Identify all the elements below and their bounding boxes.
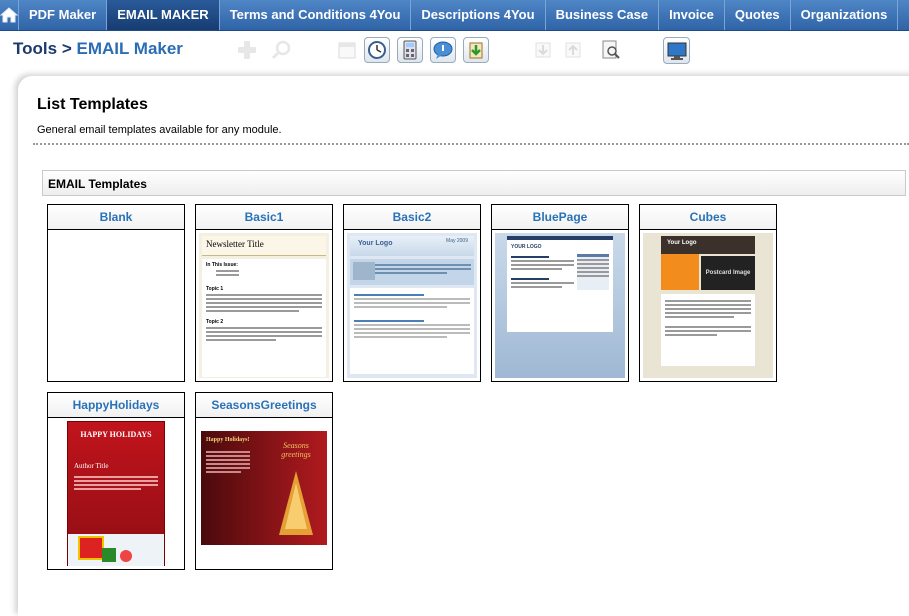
home-icon	[0, 7, 18, 23]
template-card-blank[interactable]: Blank	[47, 204, 185, 382]
template-thumbnail: HAPPY HOLIDAYS Author Title	[51, 421, 181, 566]
breadcrumb-current: EMAIL Maker	[76, 39, 183, 58]
template-card-happyholidays[interactable]: HappyHolidays HAPPY HOLIDAYS Author Titl…	[47, 392, 185, 570]
christmas-tree-icon	[279, 471, 313, 535]
top-navigation: PDF Maker EMAIL MAKER Terms and Conditio…	[0, 0, 909, 31]
preview-logo: Your Logo	[358, 240, 393, 247]
import-disabled-button[interactable]	[530, 37, 556, 63]
calculator-icon	[403, 40, 417, 60]
preview-date: May 2009	[446, 238, 468, 244]
template-name[interactable]: Blank	[48, 205, 184, 230]
template-thumbnail: Your Logo May 2009	[347, 233, 477, 378]
template-name[interactable]: HappyHolidays	[48, 393, 184, 418]
magnifier-icon	[271, 40, 291, 60]
nav-tab-pdf-maker[interactable]: PDF Maker	[19, 0, 108, 30]
monitor-button[interactable]	[663, 37, 690, 64]
template-name[interactable]: Basic1	[196, 205, 332, 230]
clock-icon	[368, 41, 386, 59]
preview-logo: Your Logo	[667, 240, 697, 246]
preview-image-label: Postcard Image	[701, 256, 755, 290]
search-button[interactable]	[268, 37, 294, 63]
document-search-icon	[602, 40, 620, 59]
monitor-icon	[667, 42, 686, 60]
template-thumbnail: Happy Holidays! Seasons greetings	[199, 421, 329, 566]
home-button[interactable]	[0, 0, 19, 30]
arrow-up-icon	[565, 42, 581, 58]
nav-tab-invoice[interactable]: Invoice	[659, 0, 725, 30]
breadcrumb: Tools > EMAIL Maker	[13, 39, 183, 59]
nav-tab-quotes[interactable]: Quotes	[725, 0, 791, 30]
nav-tab-descriptions[interactable]: Descriptions 4You	[411, 0, 546, 30]
nav-tab-email-maker[interactable]: EMAIL MAKER	[107, 0, 220, 30]
arrow-down-icon	[535, 42, 551, 58]
add-button[interactable]	[234, 37, 260, 63]
preview-heading: Happy Holidays!	[206, 437, 250, 443]
section-header: EMAIL Templates	[42, 170, 906, 196]
plus-icon	[238, 41, 256, 59]
preview-heading: Newsletter Title	[202, 236, 326, 256]
preview-greeting: Seasons greetings	[281, 441, 311, 459]
preview-logo: YOUR LOGO	[511, 244, 542, 250]
calendar-button[interactable]	[334, 37, 360, 63]
page-title: List Templates	[37, 96, 148, 113]
template-thumbnail: Newsletter Title In This Issue: Topic 1 …	[199, 233, 329, 378]
breadcrumb-separator: >	[61, 39, 72, 58]
calculator-button[interactable]	[397, 37, 423, 63]
import-button[interactable]	[463, 37, 489, 63]
template-card-basic1[interactable]: Basic1 Newsletter Title In This Issue: T…	[195, 204, 333, 382]
template-card-basic2[interactable]: Basic2 Your Logo May 2009	[343, 204, 481, 382]
preview-items-label: In This Issue:	[206, 262, 238, 268]
nav-tab-contacts[interactable]: Contacts	[898, 0, 909, 30]
chat-bubble-icon	[433, 41, 453, 59]
preview-topic-1: Topic 1	[206, 286, 224, 292]
template-name[interactable]: Cubes	[640, 205, 776, 230]
clock-button[interactable]	[364, 37, 390, 63]
find-duplicates-button[interactable]	[598, 37, 624, 63]
template-thumbnail: YOUR LOGO	[495, 233, 625, 378]
nav-tab-organizations[interactable]: Organizations	[791, 0, 899, 30]
template-thumbnail	[51, 233, 181, 378]
calendar-icon	[338, 42, 356, 59]
export-disabled-button[interactable]	[560, 37, 586, 63]
template-thumbnail: Your Logo Postcard Image	[643, 233, 773, 378]
divider	[33, 143, 909, 145]
import-icon	[469, 42, 483, 59]
page-description: General email templates available for an…	[37, 124, 282, 136]
preview-subtitle: Author Title	[74, 462, 109, 470]
template-name[interactable]: BluePage	[492, 205, 628, 230]
nav-tab-terms-and-conditions[interactable]: Terms and Conditions 4You	[220, 0, 412, 30]
nav-tab-business-case[interactable]: Business Case	[546, 0, 660, 30]
preview-banner: HAPPY HOLIDAYS	[80, 430, 152, 439]
template-card-seasonsgreetings[interactable]: SeasonsGreetings Happy Holidays! Seasons…	[195, 392, 333, 570]
template-card-cubes[interactable]: Cubes Your Logo Postcard Image	[639, 204, 777, 382]
chat-button[interactable]	[430, 37, 456, 63]
template-name[interactable]: Basic2	[344, 205, 480, 230]
template-card-bluepage[interactable]: BluePage YOUR LOGO	[491, 204, 629, 382]
template-name[interactable]: SeasonsGreetings	[196, 393, 332, 418]
breadcrumb-root-link[interactable]: Tools	[13, 39, 57, 58]
preview-topic-2: Topic 2	[206, 319, 224, 325]
